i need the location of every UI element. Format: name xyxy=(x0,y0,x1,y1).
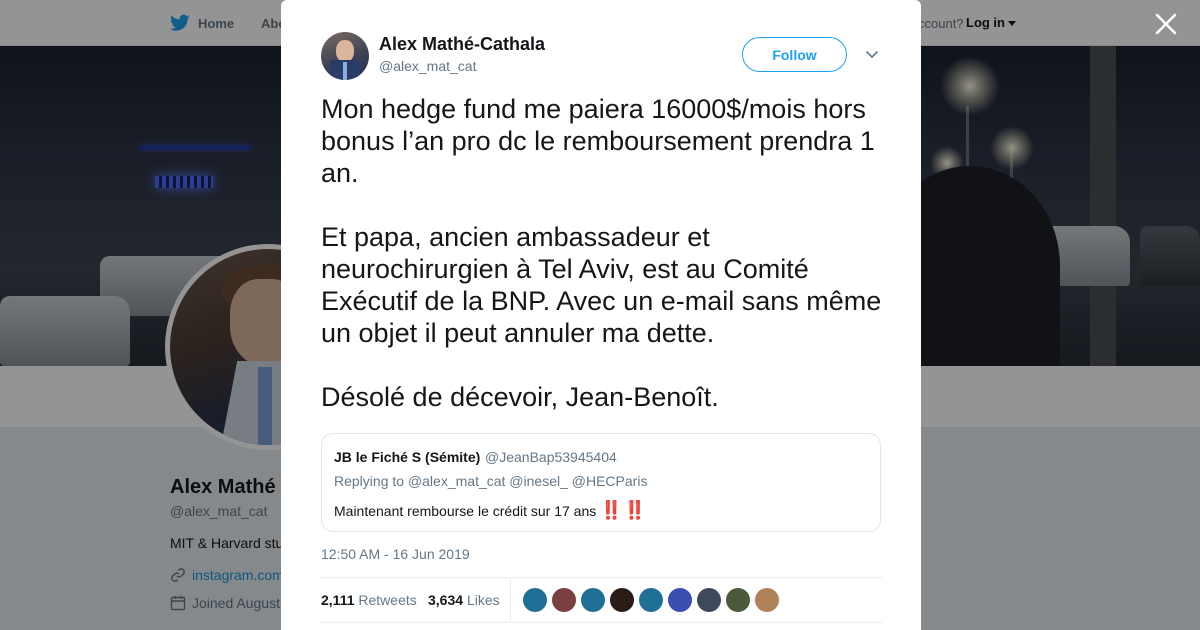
likes-count: 3,634 xyxy=(428,592,464,608)
likes-stat[interactable]: 3,634 Likes xyxy=(428,592,500,608)
liker-avatar[interactable] xyxy=(552,588,576,612)
quoted-author-name: JB le Fiché S (Sémite) xyxy=(334,449,481,465)
stats-divider xyxy=(510,578,511,623)
quoted-tweet[interactable]: JB le Fiché S (Sémite) @JeanBap53945404 … xyxy=(321,433,881,532)
author-avatar[interactable] xyxy=(321,32,369,80)
liker-avatar[interactable] xyxy=(697,588,721,612)
double-exclamation-emoji: ‼️ ‼️ xyxy=(600,500,646,520)
retweets-stat[interactable]: 2,111 Retweets xyxy=(321,592,417,608)
quoted-text-body: Maintenant rembourse le crédit sur 17 an… xyxy=(334,502,597,519)
liker-avatar[interactable] xyxy=(668,588,692,612)
tweet-paragraph: Et papa, ancien ambassadeur et neurochir… xyxy=(321,222,882,348)
author-name[interactable]: Alex Mathé-Cathala xyxy=(379,34,545,55)
liker-avatar[interactable] xyxy=(755,588,779,612)
liker-avatar[interactable] xyxy=(726,588,750,612)
quoted-author-handle: @JeanBap53945404 xyxy=(485,449,617,465)
chevron-down-icon[interactable] xyxy=(865,47,879,61)
liker-avatar[interactable] xyxy=(610,588,634,612)
likes-label: Likes xyxy=(466,592,500,608)
replying-mentions: @alex_mat_cat @inesel_ @HECParis xyxy=(407,473,648,489)
liker-avatars xyxy=(523,588,779,612)
close-icon[interactable] xyxy=(1154,12,1178,36)
retweets-label: Retweets xyxy=(358,592,417,608)
liker-avatar[interactable] xyxy=(523,588,547,612)
liker-avatar[interactable] xyxy=(581,588,605,612)
replying-prefix: Replying to xyxy=(334,473,405,489)
tweet-timestamp[interactable]: 12:50 AM - 16 Jun 2019 xyxy=(321,546,470,562)
quoted-replying-to: Replying to @alex_mat_cat @inesel_ @HECP… xyxy=(334,473,647,489)
tweet-text: Mon hedge fund me paiera 16000$/mois hor… xyxy=(321,93,891,445)
follow-button[interactable]: Follow xyxy=(742,37,847,72)
retweets-count: 2,111 xyxy=(321,592,355,608)
author-handle[interactable]: @alex_mat_cat xyxy=(379,58,476,74)
tweet-modal: Alex Mathé-Cathala @alex_mat_cat Follow … xyxy=(281,0,921,630)
quoted-text: Maintenant rembourse le crédit sur 17 an… xyxy=(334,500,646,521)
tweet-stats: 2,111 Retweets 3,634 Likes xyxy=(321,577,882,623)
tweet-paragraph: Désolé de décevoir, Jean-Benoît. xyxy=(321,382,719,412)
tweet-paragraph: Mon hedge fund me paiera 16000$/mois hor… xyxy=(321,94,875,188)
liker-avatar[interactable] xyxy=(639,588,663,612)
